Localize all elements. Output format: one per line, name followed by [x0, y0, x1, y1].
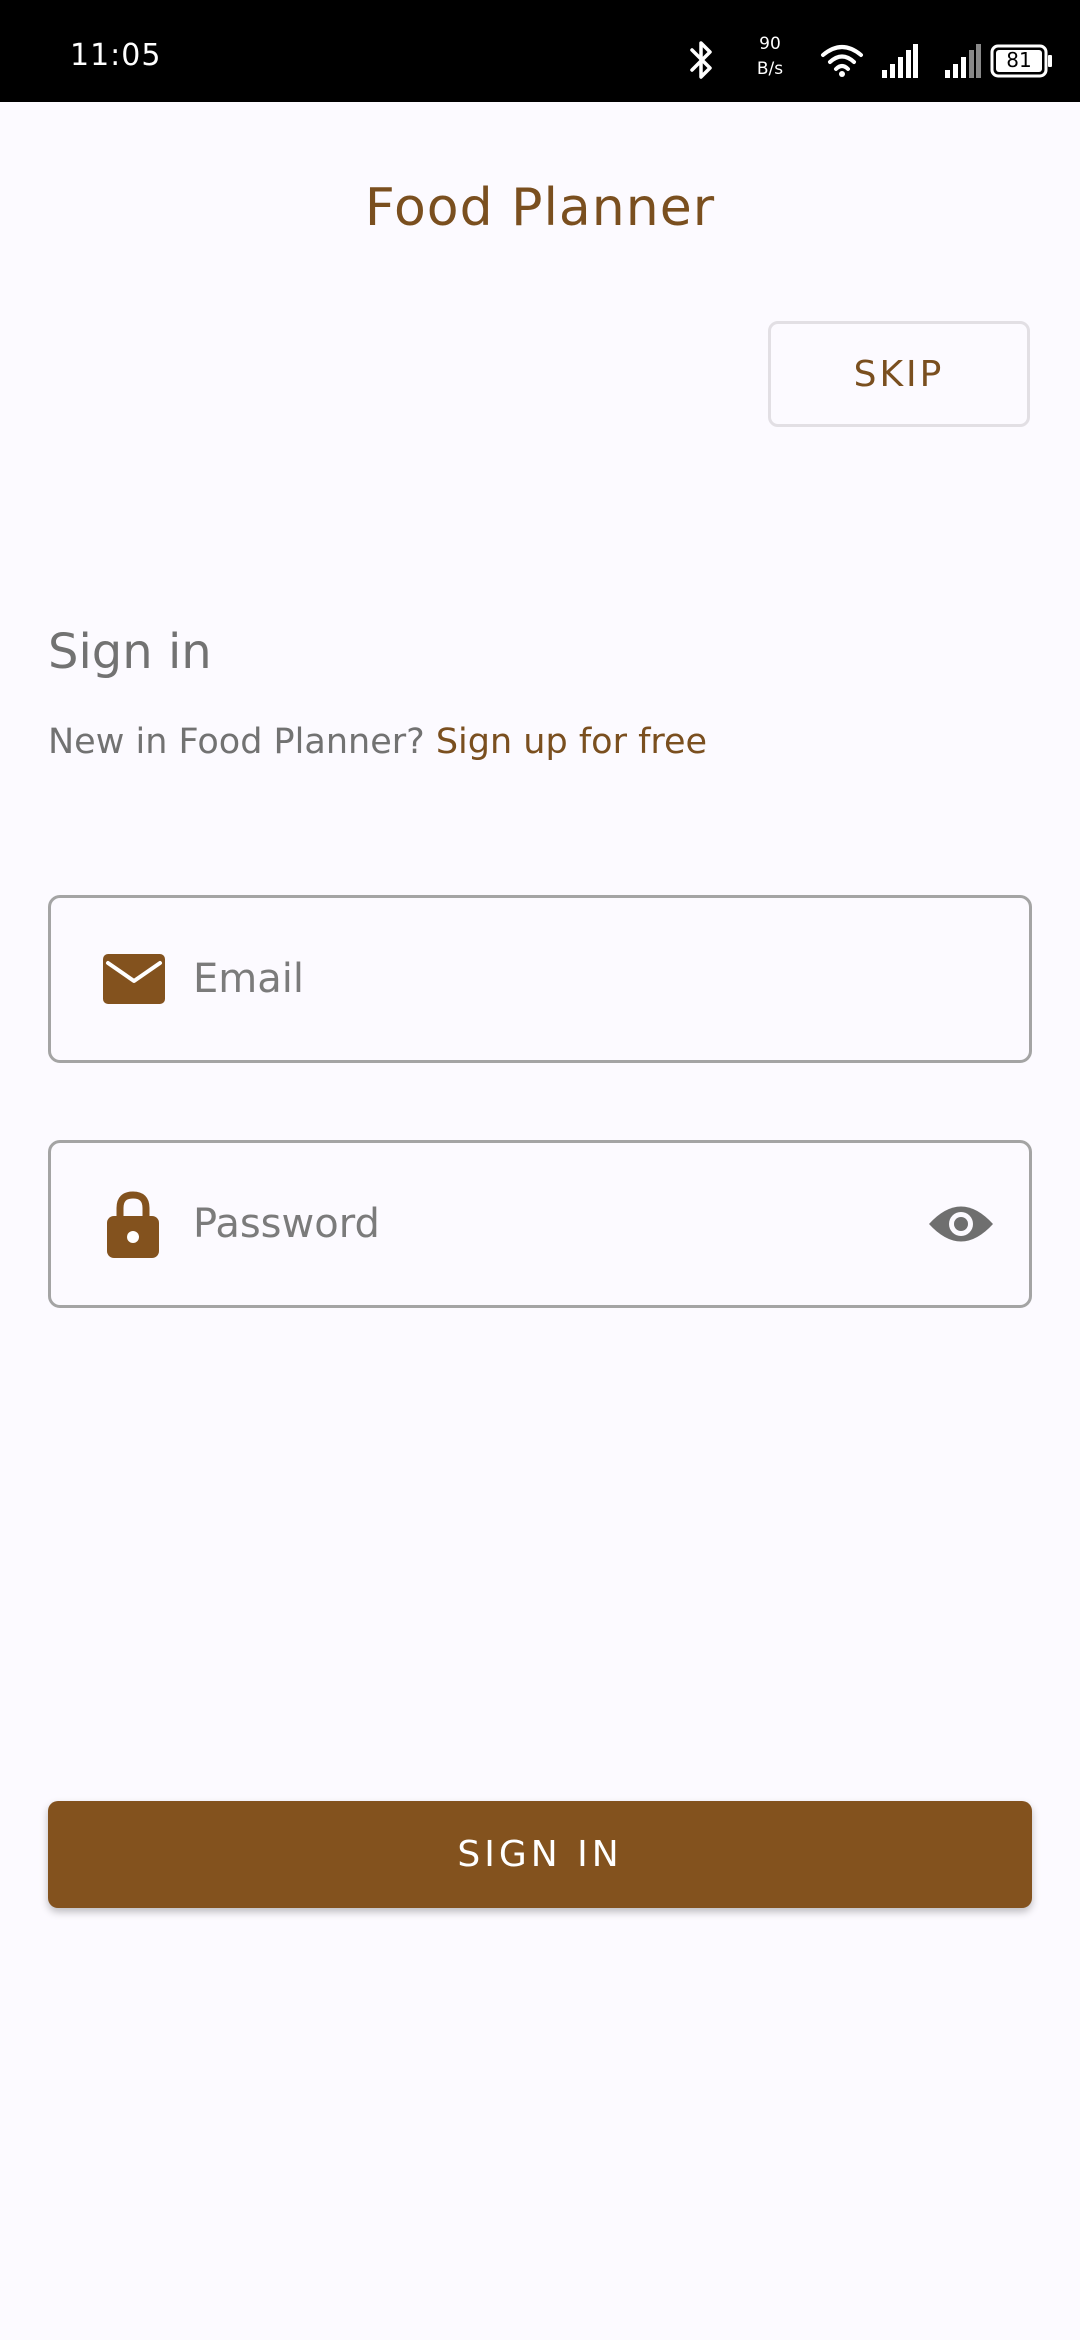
signup-prompt: New in Food Planner?	[48, 722, 425, 762]
status-time: 11:05	[70, 38, 162, 73]
password-field[interactable]: Password	[48, 1140, 1032, 1308]
signup-prompt-row: New in Food Planner? Sign up for free	[48, 722, 707, 762]
signin-heading: Sign in	[48, 624, 212, 680]
wifi-icon	[821, 45, 863, 77]
email-field[interactable]: Email	[48, 895, 1032, 1063]
lock-icon	[107, 1191, 159, 1258]
signal-icon	[945, 44, 981, 78]
status-icons: 90 B/s 81	[660, 0, 1080, 102]
skip-button[interactable]: SKIP	[768, 321, 1030, 427]
email-placeholder: Email	[193, 956, 304, 1002]
battery-level: 81	[1006, 48, 1032, 72]
eye-icon[interactable]	[927, 1201, 995, 1247]
app-title: Food Planner	[364, 178, 716, 238]
network-speed: 90 B/s	[756, 34, 784, 79]
signal-icon	[882, 44, 918, 78]
status-bar: 11:05 90 B/s 81	[0, 0, 1080, 102]
mail-icon	[103, 954, 165, 1004]
password-placeholder: Password	[193, 1201, 380, 1247]
bluetooth-icon	[690, 41, 712, 79]
signup-link[interactable]: Sign up for free	[436, 722, 707, 762]
signin-button[interactable]: SIGN IN	[48, 1801, 1032, 1908]
